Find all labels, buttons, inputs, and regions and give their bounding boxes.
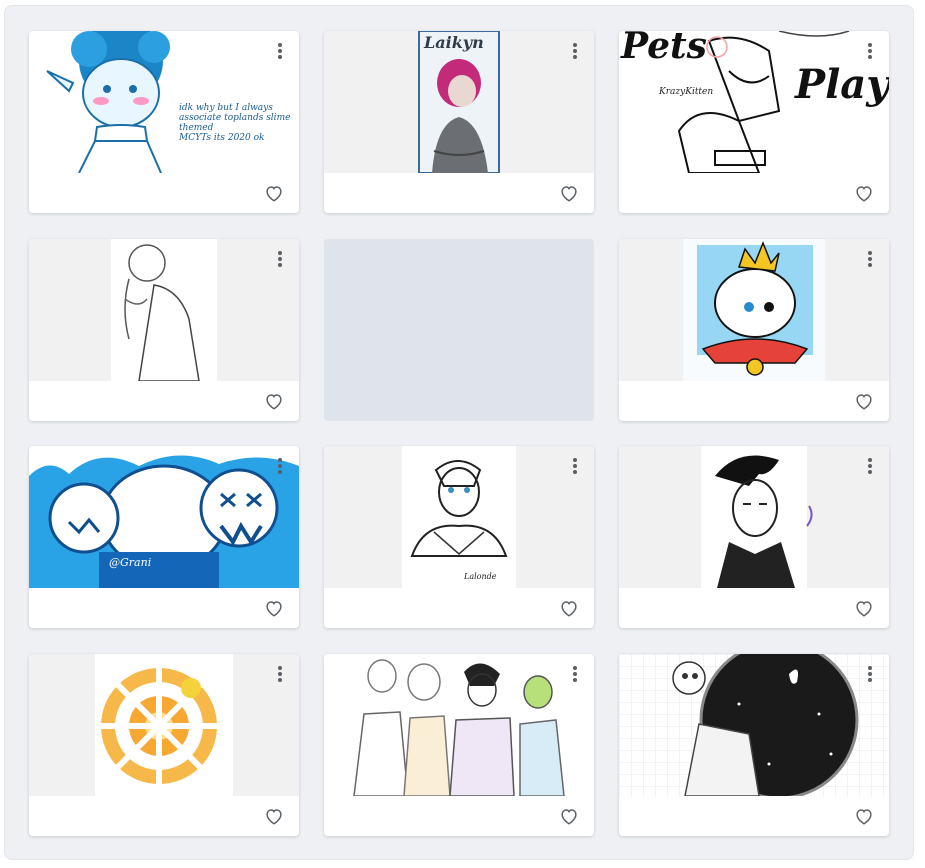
artwork-thumbnail[interactable]: idk why but I always associate toplands … (29, 31, 299, 173)
artwork-card[interactable] (619, 446, 889, 628)
card-footer (29, 173, 299, 213)
artwork-card[interactable]: Pets Play! KrazyKitten (619, 31, 889, 213)
artwork-title-text: Laikyn (424, 33, 484, 52)
card-footer (324, 796, 594, 836)
artwork-image (95, 654, 233, 796)
artwork-image (619, 654, 889, 796)
heart-icon[interactable] (263, 805, 285, 827)
artwork-image (46, 31, 170, 173)
artwork-thumbnail[interactable] (29, 239, 299, 381)
artwork-image (683, 239, 825, 381)
card-footer (29, 796, 299, 836)
artwork-card[interactable] (619, 239, 889, 421)
more-options-icon[interactable] (863, 249, 877, 269)
heart-icon[interactable] (558, 805, 580, 827)
artwork-thumbnail[interactable] (324, 654, 594, 796)
heart-icon[interactable] (263, 597, 285, 619)
card-footer (619, 796, 889, 836)
artwork-card-loading (324, 239, 594, 421)
artwork-thumbnail[interactable]: Laikyn (324, 31, 594, 173)
card-footer (619, 588, 889, 628)
artwork-title-text: Pets (621, 31, 707, 67)
artwork-card[interactable] (29, 239, 299, 421)
more-options-icon[interactable] (273, 664, 287, 684)
artwork-thumbnail[interactable] (619, 239, 889, 381)
artwork-image (402, 446, 516, 588)
artwork-thumbnail[interactable] (619, 446, 889, 588)
artwork-image (353, 659, 565, 796)
heart-icon[interactable] (853, 182, 875, 204)
card-footer (619, 381, 889, 421)
card-footer (619, 173, 889, 213)
artwork-title-text: Play! (795, 61, 889, 108)
artwork-signature: @Grani (109, 556, 152, 569)
artwork-card[interactable]: @Grani (29, 446, 299, 628)
artwork-card[interactable]: idk why but I always associate toplands … (29, 31, 299, 213)
more-options-icon[interactable] (863, 456, 877, 476)
heart-icon[interactable] (853, 805, 875, 827)
more-options-icon[interactable] (863, 664, 877, 684)
heart-icon[interactable] (558, 597, 580, 619)
artwork-thumbnail[interactable] (619, 654, 889, 796)
artwork-signature: KrazyKitten (659, 87, 714, 97)
more-options-icon[interactable] (273, 456, 287, 476)
artwork-thumbnail[interactable]: @Grani (29, 446, 299, 588)
more-options-icon[interactable] (568, 664, 582, 684)
card-footer (29, 588, 299, 628)
heart-icon[interactable] (558, 182, 580, 204)
artwork-card[interactable]: Laikyn (324, 31, 594, 213)
more-options-icon[interactable] (273, 41, 287, 61)
heart-icon[interactable] (853, 390, 875, 412)
artwork-card[interactable] (619, 654, 889, 836)
more-options-icon[interactable] (568, 41, 582, 61)
heart-icon[interactable] (263, 390, 285, 412)
card-footer (324, 588, 594, 628)
artwork-image (418, 31, 500, 173)
more-options-icon[interactable] (273, 249, 287, 269)
heart-icon[interactable] (853, 597, 875, 619)
more-options-icon[interactable] (863, 41, 877, 61)
more-options-icon[interactable] (568, 456, 582, 476)
artwork-thumbnail[interactable]: Lalonde (324, 446, 594, 588)
card-footer (324, 173, 594, 213)
artwork-card[interactable]: Lalonde (324, 446, 594, 628)
artwork-card[interactable] (29, 654, 299, 836)
artwork-signature: Lalonde (464, 572, 497, 581)
artwork-image (29, 455, 299, 588)
artwork-image (111, 239, 217, 381)
artwork-thumbnail[interactable]: Pets Play! KrazyKitten (619, 31, 889, 173)
heart-icon[interactable] (263, 182, 285, 204)
artwork-caption: idk why but I always associate toplands … (179, 103, 291, 143)
card-footer (29, 381, 299, 421)
artwork-image (701, 446, 813, 588)
artwork-card[interactable] (324, 654, 594, 836)
artwork-thumbnail[interactable] (29, 654, 299, 796)
